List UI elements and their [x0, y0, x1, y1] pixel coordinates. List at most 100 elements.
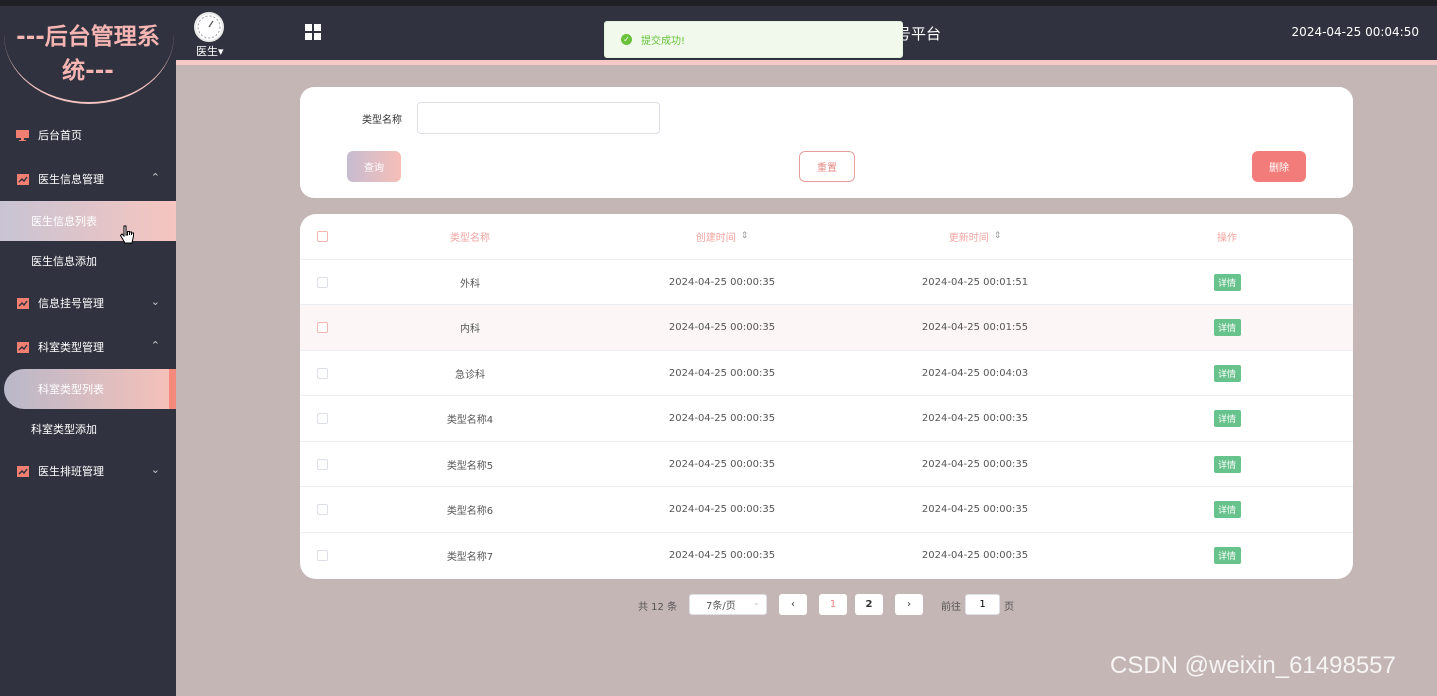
- cell-name: 类型名称4: [446, 415, 494, 427]
- user-menu[interactable]: 医生▾: [196, 43, 224, 59]
- check-circle-icon: ✓: [621, 34, 632, 45]
- row-checkbox[interactable]: [316, 458, 328, 470]
- sort-icon[interactable]: ⇕: [741, 232, 749, 241]
- avatar[interactable]: [194, 12, 224, 42]
- delete-button[interactable]: 删除: [1252, 151, 1306, 182]
- page-size-value: 7条/页: [706, 601, 736, 612]
- toast-message: 提交成功!: [641, 36, 686, 47]
- cell-updated: 2024-04-25 00:04:03: [921, 367, 1029, 379]
- select-all-checkbox[interactable]: [316, 231, 328, 243]
- goto-label: 前往: [941, 602, 961, 613]
- goto-page-input[interactable]: [965, 594, 1000, 615]
- hand-cursor-icon: [119, 225, 135, 245]
- sidebar: ---后台管理系统--- 后台首页 医生信息管理 ⌃ 医生信息列表 医生信息添加…: [0, 6, 176, 696]
- sidebar-subitem-department-list[interactable]: 科室类型列表: [4, 369, 176, 409]
- row-checkbox[interactable]: [316, 322, 328, 334]
- cell-name: 外科: [460, 278, 480, 290]
- query-button[interactable]: 查询: [347, 151, 401, 182]
- datetime: 2024-04-25 00:04:50: [1291, 25, 1419, 39]
- sidebar-subitem-doctor-add[interactable]: 医生信息添加: [0, 241, 176, 281]
- page-2-button[interactable]: 2: [855, 594, 883, 615]
- table-row: 外科 2024-04-25 00:00:35 2024-04-25 00:01:…: [300, 260, 1353, 305]
- sidebar-item-doctor-info[interactable]: 医生信息管理 ⌃: [0, 157, 176, 201]
- brand-title: ---后台管理系统---: [16, 24, 160, 84]
- cell-name: 类型名称7: [446, 551, 494, 563]
- sidebar-subitem-department-add[interactable]: 科室类型添加: [0, 409, 176, 449]
- detail-button[interactable]: 详情: [1213, 273, 1241, 291]
- sort-icon[interactable]: ⇕: [994, 232, 1002, 241]
- column-header-op: 操作: [1217, 233, 1237, 245]
- cell-updated: 2024-04-25 00:00:35: [921, 413, 1029, 425]
- cell-created: 2024-04-25 00:00:35: [668, 504, 776, 516]
- chart-icon: [16, 173, 29, 185]
- detail-button[interactable]: 详情: [1213, 319, 1241, 337]
- sidebar-item-label: 信息挂号管理: [38, 297, 104, 310]
- success-toast: ✓ 提交成功!: [604, 21, 903, 58]
- goto-suffix: 页: [1004, 602, 1014, 613]
- caret-down-icon: ▾: [218, 45, 224, 58]
- next-page-button[interactable]: ›: [895, 594, 923, 615]
- chart-icon: [16, 297, 29, 309]
- row-checkbox[interactable]: [316, 504, 328, 516]
- sidebar-item-label: 医生信息管理: [38, 173, 104, 186]
- monitor-icon: [16, 129, 29, 141]
- table-row: 急诊科 2024-04-25 00:00:35 2024-04-25 00:04…: [300, 351, 1353, 396]
- pagination: 共 12 条 7条/页 ⌄ ‹ 1 2 › 前往 页: [0, 594, 1437, 616]
- page-size-select[interactable]: 7条/页 ⌄: [689, 594, 767, 615]
- table-row: 内科 2024-04-25 00:00:35 2024-04-25 00:01:…: [300, 305, 1353, 351]
- reset-button[interactable]: 重置: [799, 151, 855, 182]
- column-header-label: 更新时间: [948, 233, 989, 245]
- grid-icon[interactable]: [305, 24, 322, 41]
- column-header-created[interactable]: 创建时间 ⇕: [647, 214, 797, 260]
- chart-icon: [16, 341, 29, 353]
- sidebar-item-label: 医生排班管理: [38, 465, 104, 478]
- sidebar-nav: 后台首页 医生信息管理 ⌃ 医生信息列表 医生信息添加 信息挂号管理 ⌄ 科室类…: [0, 113, 176, 493]
- table-row: 类型名称4 2024-04-25 00:00:35 2024-04-25 00:…: [300, 396, 1353, 442]
- column-header-name: 类型名称: [450, 233, 490, 245]
- table-row: 类型名称7 2024-04-25 00:00:35 2024-04-25 00:…: [300, 533, 1353, 579]
- sidebar-item-department-type[interactable]: 科室类型管理 ⌃: [0, 325, 176, 369]
- clock-icon: [197, 15, 221, 39]
- cell-created: 2024-04-25 00:00:35: [668, 276, 776, 288]
- row-checkbox[interactable]: [316, 367, 328, 379]
- cell-updated: 2024-04-25 00:00:35: [921, 458, 1029, 470]
- sidebar-item-registration[interactable]: 信息挂号管理 ⌄: [0, 281, 176, 325]
- cell-name: 类型名称6: [446, 506, 494, 518]
- sidebar-subitem-doctor-list[interactable]: 医生信息列表: [0, 201, 176, 241]
- detail-button[interactable]: 详情: [1213, 410, 1241, 428]
- cell-created: 2024-04-25 00:00:35: [668, 413, 776, 425]
- data-table: 类型名称 创建时间 ⇕ 更新时间 ⇕ 操作 外科 2024-04-25 00:0…: [300, 214, 1353, 579]
- row-checkbox[interactable]: [316, 549, 328, 561]
- user-label: 医生: [196, 45, 218, 58]
- chevron-up-icon: ⌃: [150, 339, 160, 352]
- brand: ---后台管理系统---: [0, 6, 176, 106]
- cell-name: 急诊科: [455, 369, 485, 381]
- detail-button[interactable]: 详情: [1213, 364, 1241, 382]
- cell-created: 2024-04-25 00:00:35: [668, 322, 776, 334]
- watermark: CSDN @weixin_61498557: [1110, 652, 1396, 679]
- column-header-updated[interactable]: 更新时间 ⇕: [900, 214, 1050, 260]
- detail-button[interactable]: 详情: [1213, 455, 1241, 473]
- sidebar-item-schedule[interactable]: 医生排班管理 ⌄: [0, 449, 176, 493]
- header-underline: [176, 60, 1437, 65]
- chevron-up-icon: ⌃: [150, 171, 160, 184]
- cell-updated: 2024-04-25 00:00:35: [921, 504, 1029, 516]
- sidebar-item-home[interactable]: 后台首页: [0, 113, 176, 157]
- table-row: 类型名称6 2024-04-25 00:00:35 2024-04-25 00:…: [300, 487, 1353, 533]
- search-panel: 类型名称 查询 重置 删除: [300, 87, 1353, 198]
- table-header: 类型名称 创建时间 ⇕ 更新时间 ⇕ 操作: [300, 214, 1353, 260]
- detail-button[interactable]: 详情: [1213, 546, 1241, 564]
- row-checkbox[interactable]: [316, 276, 328, 288]
- cell-updated: 2024-04-25 00:01:55: [921, 322, 1029, 334]
- type-name-input[interactable]: [417, 102, 660, 134]
- prev-page-button[interactable]: ‹: [779, 594, 807, 615]
- detail-button[interactable]: 详情: [1213, 501, 1241, 519]
- cell-updated: 2024-04-25 00:00:35: [921, 549, 1029, 561]
- chart-icon: [16, 465, 29, 477]
- row-checkbox[interactable]: [316, 413, 328, 425]
- table-row: 类型名称5 2024-04-25 00:00:35 2024-04-25 00:…: [300, 442, 1353, 487]
- chevron-down-icon: ⌄: [150, 295, 160, 308]
- cell-created: 2024-04-25 00:00:35: [668, 549, 776, 561]
- page-1-button[interactable]: 1: [819, 594, 847, 615]
- cell-created: 2024-04-25 00:00:35: [668, 367, 776, 379]
